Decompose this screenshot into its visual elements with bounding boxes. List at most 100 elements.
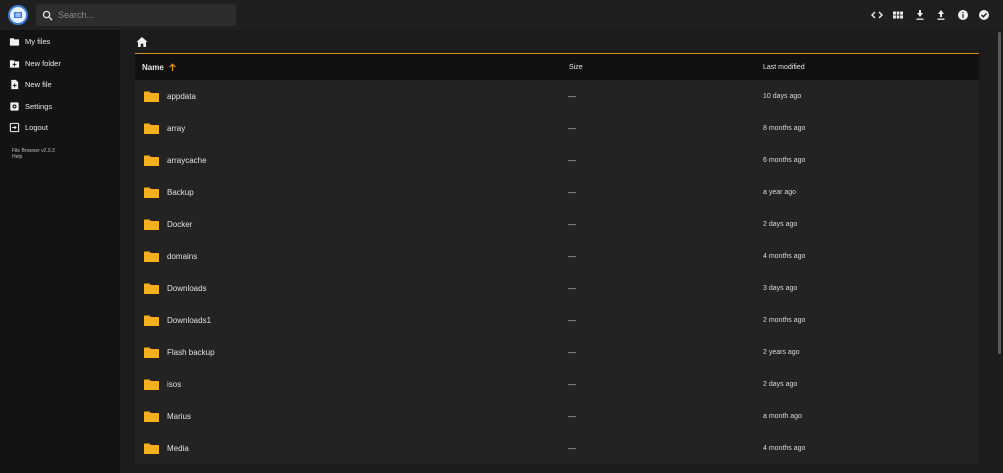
list-item[interactable]: Downloads1 — 2 months ago — [135, 304, 979, 336]
list-item[interactable]: domains — 4 months ago — [135, 240, 979, 272]
logo-icon — [14, 12, 22, 18]
file-size: — — [568, 219, 576, 229]
list-item[interactable]: Backup — a year ago — [135, 176, 979, 208]
name-header-label: Name — [142, 62, 164, 72]
help-link[interactable]: Help — [12, 154, 120, 161]
file-size: — — [568, 379, 576, 389]
folder-icon — [144, 123, 159, 134]
upload-icon — [937, 10, 945, 20]
file-name: domains — [167, 251, 198, 261]
sidebar-item-new-file[interactable]: New file — [0, 74, 120, 96]
file-size: — — [568, 155, 576, 165]
file-modified: 4 months ago — [763, 252, 806, 260]
file-name: isos — [167, 379, 182, 389]
list-item[interactable]: Marius — a month ago — [135, 400, 979, 432]
sidebar-item-label: Settings — [25, 101, 53, 111]
file-name-cell: arraycache — [135, 154, 562, 166]
file-name-cell: Marius — [135, 410, 562, 422]
sidebar-item-my-files[interactable]: My files — [0, 31, 120, 53]
file-size: — — [568, 315, 576, 325]
file-size: — — [568, 91, 576, 101]
file-listing-area: Name Size Last modified appdata — 10 days … — [120, 30, 996, 473]
file-modified: 4 months ago — [763, 444, 806, 452]
code-view-button[interactable] — [866, 7, 888, 23]
grid-view-icon — [893, 11, 904, 19]
file-name: Downloads — [167, 283, 207, 293]
name-column-header[interactable]: Name — [135, 63, 562, 72]
file-size: — — [568, 443, 576, 453]
file-name-cell: domains — [135, 250, 562, 262]
file-name: Marius — [167, 411, 192, 421]
file-size: — — [568, 347, 576, 357]
code-icon — [870, 11, 883, 19]
folder-icon — [144, 315, 159, 326]
size-column-header[interactable]: Size — [562, 64, 763, 71]
sidebar-item-label: New file — [25, 80, 52, 90]
list-item[interactable]: array — 8 months ago — [135, 112, 979, 144]
file-size: — — [568, 283, 576, 293]
list-item[interactable]: isos — 2 days ago — [135, 368, 979, 400]
file-name: Media — [167, 443, 189, 453]
file-name-cell: Flash backup — [135, 346, 562, 358]
info-button[interactable] — [952, 7, 974, 23]
home-icon[interactable] — [136, 36, 148, 48]
file-name-cell: isos — [135, 378, 562, 390]
file-name-cell: Media — [135, 442, 562, 454]
file-size: — — [568, 123, 576, 133]
list-item[interactable]: Media — 4 months ago — [135, 432, 979, 464]
list-item[interactable]: Flash backup — 2 years ago — [135, 336, 979, 368]
select-multiple-button[interactable] — [974, 7, 996, 23]
list-item[interactable]: Docker — 2 days ago — [135, 208, 979, 240]
folder-icon — [144, 91, 159, 102]
file-name-cell: Downloads1 — [135, 314, 562, 326]
file-size: — — [568, 251, 576, 261]
folder-icon — [144, 187, 159, 198]
sidebar-item-label: My files — [25, 37, 51, 47]
download-icon — [916, 10, 924, 20]
search-input[interactable] — [58, 10, 228, 20]
file-name: Docker — [167, 219, 193, 229]
sidebar-item-logout[interactable]: Logout — [0, 117, 120, 139]
sidebar: My files New folder New file Settings Lo… — [0, 30, 120, 473]
file-modified: 10 days ago — [763, 92, 802, 100]
file-name-cell: Downloads — [135, 282, 562, 294]
toolbar-actions — [866, 7, 995, 23]
file-modified: 3 days ago — [763, 284, 798, 292]
folder-icon — [144, 379, 159, 390]
scrollbar-thumb[interactable] — [998, 32, 1001, 354]
list-item[interactable]: Downloads — 3 days ago — [135, 272, 979, 304]
sidebar-item-label: New folder — [25, 58, 61, 68]
search-box[interactable] — [36, 4, 236, 26]
switch-view-button[interactable] — [888, 7, 910, 23]
file-name-cell: Docker — [135, 218, 562, 230]
app-logo[interactable] — [8, 5, 28, 25]
file-name: array — [167, 123, 186, 133]
sidebar-item-new-folder[interactable]: New folder — [0, 53, 120, 75]
sidebar-item-settings[interactable]: Settings — [0, 96, 120, 118]
upload-button[interactable] — [931, 7, 953, 23]
file-name-cell: array — [135, 122, 562, 134]
new-folder-icon — [9, 60, 20, 68]
file-name: appdata — [167, 91, 196, 101]
folder-icon — [144, 251, 159, 262]
scrollbar[interactable] — [996, 30, 1003, 473]
file-modified: 2 days ago — [763, 380, 798, 388]
folder-icon — [144, 155, 159, 166]
folder-icon — [144, 283, 159, 294]
list-item[interactable]: appdata — 10 days ago — [135, 80, 979, 112]
file-modified: a year ago — [763, 188, 797, 196]
file-modified: 2 months ago — [763, 316, 806, 324]
file-modified: 8 months ago — [763, 124, 806, 132]
folder-icon — [144, 347, 159, 358]
file-size: — — [568, 187, 576, 197]
folder-icon — [9, 38, 20, 46]
download-button[interactable] — [909, 7, 931, 23]
sort-arrow-up-icon[interactable] — [168, 62, 177, 72]
file-modified: 2 days ago — [763, 220, 798, 228]
file-name: Backup — [167, 187, 194, 197]
top-bar — [0, 0, 1003, 30]
file-modified: 6 months ago — [763, 156, 806, 164]
modified-column-header[interactable]: Last modified — [763, 64, 979, 71]
list-item[interactable]: arraycache — 6 months ago — [135, 144, 979, 176]
select-check-icon — [979, 10, 990, 20]
